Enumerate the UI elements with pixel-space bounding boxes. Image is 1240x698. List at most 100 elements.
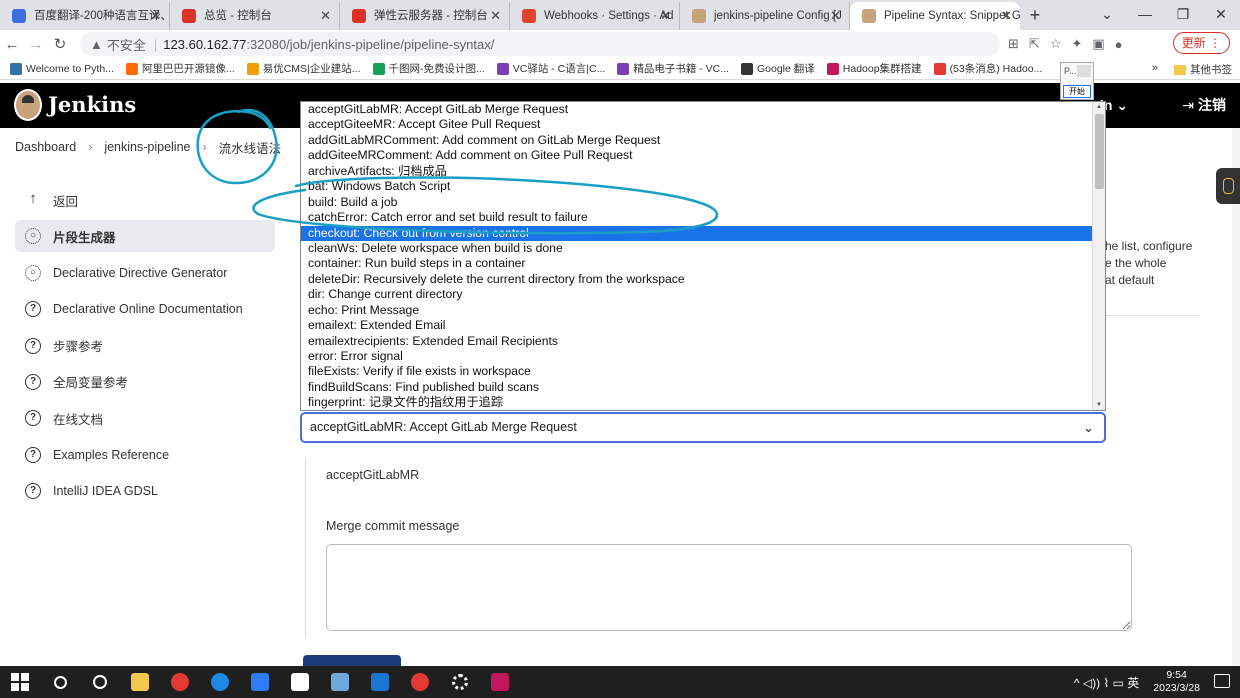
dropdown-option[interactable]: acceptGitLabMR: Accept GitLab Merge Requ… bbox=[301, 102, 1092, 117]
dropdown-option[interactable]: addGiteeMRComment: Add comment on Gitee … bbox=[301, 148, 1092, 163]
forward-icon[interactable]: → bbox=[24, 36, 48, 53]
dropdown-option[interactable]: emailext: Extended Email bbox=[301, 318, 1092, 333]
dropdown-option[interactable]: archiveArtifacts: 归档成品 bbox=[301, 164, 1092, 179]
tab-close-icon[interactable]: ✕ bbox=[660, 2, 671, 30]
tab-close-icon[interactable]: ✕ bbox=[490, 2, 501, 30]
tab-close-icon[interactable]: ✕ bbox=[320, 2, 331, 30]
maximize-icon[interactable]: ❐ bbox=[1164, 0, 1202, 30]
translate-icon[interactable]: ⊞ bbox=[1008, 36, 1019, 52]
bookmark-item[interactable]: Hadoop集群搭建 bbox=[826, 61, 922, 76]
breadcrumb-job[interactable]: jenkins-pipeline bbox=[104, 140, 190, 154]
bookmark-item[interactable]: Google 翻译 bbox=[741, 61, 815, 76]
dropdown-option[interactable]: deleteDir: Recursively delete the curren… bbox=[301, 272, 1092, 287]
side-panel-icon[interactable]: ▣ bbox=[1092, 36, 1104, 52]
bookmark-item[interactable]: Welcome to Pyth... bbox=[10, 62, 114, 75]
sidebar-item[interactable]: ? 全局变量参考 bbox=[15, 366, 275, 398]
merge-commit-message-label: Merge commit message bbox=[326, 519, 460, 533]
bookmark-item[interactable]: 精品电子书籍 - VC... bbox=[617, 61, 729, 76]
extensions-icon[interactable]: ✦ bbox=[1071, 36, 1082, 52]
taskbar-app[interactable] bbox=[80, 666, 120, 698]
taskbar-app[interactable] bbox=[360, 666, 400, 698]
sidebar-item[interactable]: ○ Declarative Directive Generator bbox=[15, 257, 275, 289]
sample-step-select[interactable]: acceptGitLabMR: Accept GitLab Merge Requ… bbox=[300, 412, 1106, 443]
taskbar-app[interactable] bbox=[440, 666, 480, 698]
bookmark-item[interactable]: 千图网-免费设计图... bbox=[372, 61, 485, 76]
bookmark-item[interactable]: (53条消息) Hadoo... bbox=[933, 61, 1042, 76]
close-window-icon[interactable]: ✕ bbox=[1202, 0, 1240, 30]
jenkins-title[interactable]: Jenkins bbox=[48, 92, 136, 117]
bookmark-star-icon[interactable]: ☆ bbox=[1050, 36, 1062, 52]
taskbar-app[interactable] bbox=[120, 666, 160, 698]
sidebar-item[interactable]: ? Declarative Online Documentation bbox=[15, 293, 275, 325]
breadcrumb-pipeline-syntax[interactable]: 流水线语法 bbox=[219, 138, 282, 157]
dropdown-option[interactable]: fingerprint: 记录文件的指纹用于追踪 bbox=[301, 395, 1092, 410]
tab-close-icon[interactable]: ✕ bbox=[150, 2, 161, 30]
floating-helper-icon[interactable] bbox=[1216, 168, 1240, 204]
browser-tab[interactable]: Pipeline Syntax: Snippet G ✕ bbox=[850, 2, 1020, 30]
tab-close-icon[interactable]: ✕ bbox=[1001, 2, 1012, 30]
breadcrumb-dashboard[interactable]: Dashboard bbox=[15, 140, 76, 154]
dropdown-option[interactable]: fileExists: Verify if file exists in wor… bbox=[301, 364, 1092, 379]
dropdown-option[interactable]: echo: Print Message bbox=[301, 303, 1092, 318]
taskbar-app[interactable] bbox=[280, 666, 320, 698]
popup-start-button[interactable]: 开始 bbox=[1063, 85, 1091, 98]
dropdown-option[interactable]: dir: Change current directory bbox=[301, 287, 1092, 302]
dropdown-option[interactable]: container: Run build steps in a containe… bbox=[301, 256, 1092, 271]
bookmark-item[interactable]: 易优CMS|企业建站... bbox=[246, 61, 361, 76]
taskbar-app[interactable] bbox=[200, 666, 240, 698]
dropdown-option[interactable]: addGitLabMRComment: Add comment on GitLa… bbox=[301, 133, 1092, 148]
sidebar-item[interactable]: ? IntelliJ IDEA GDSL bbox=[15, 475, 275, 507]
dropdown-option[interactable]: cleanWs: Delete workspace when build is … bbox=[301, 241, 1092, 256]
browser-tab[interactable]: 百度翻译-200种语言互译、 ✕ bbox=[0, 2, 170, 30]
notification-icon[interactable] bbox=[1214, 674, 1230, 688]
taskbar-app[interactable] bbox=[400, 666, 440, 698]
dropdown-option[interactable]: checkout: Check out from version control bbox=[301, 225, 1092, 241]
logout-link[interactable]: ⇥ 注销 bbox=[1182, 95, 1226, 115]
taskbar-app[interactable] bbox=[480, 666, 520, 698]
browser-tab[interactable]: 总览 - 控制台 ✕ bbox=[170, 2, 340, 30]
browser-tab[interactable]: Webhooks · Settings · Ad ✕ bbox=[510, 2, 680, 30]
update-button[interactable]: 更新 ⋮ bbox=[1172, 32, 1230, 54]
taskbar-app[interactable] bbox=[40, 666, 80, 698]
share-icon[interactable]: ⇱ bbox=[1029, 36, 1040, 52]
tab-search-icon[interactable]: ⌄ bbox=[1088, 0, 1126, 30]
sidebar-item[interactable]: ? Examples Reference bbox=[15, 439, 275, 471]
dropdown-option[interactable]: emailextrecipients: Extended Email Recip… bbox=[301, 334, 1092, 349]
dropdown-option[interactable]: build: Build a job bbox=[301, 195, 1092, 210]
sidebar-item[interactable]: ? 在线文档 bbox=[15, 402, 275, 434]
address-bar[interactable]: ▲ 不安全 | 123.60.162.77 :32080/job/jenkins… bbox=[80, 32, 1000, 56]
back-icon[interactable]: ← bbox=[0, 36, 24, 53]
dropdown-option[interactable]: error: Error signal bbox=[301, 349, 1092, 364]
page-scrollbar[interactable] bbox=[1232, 128, 1240, 668]
minimize-icon[interactable]: — bbox=[1126, 0, 1164, 30]
taskbar-app[interactable] bbox=[160, 666, 200, 698]
bookmark-item[interactable]: 阿里巴巴开源镜像... bbox=[125, 61, 235, 76]
dropdown-option[interactable]: catchError: Catch error and set build re… bbox=[301, 210, 1092, 225]
other-bookmarks[interactable]: 其他书签 bbox=[1174, 62, 1232, 77]
clock[interactable]: 9:54 2023/3/28 bbox=[1153, 669, 1200, 695]
sidebar-item[interactable]: ↑ 返回 bbox=[15, 184, 275, 216]
bookmarks-overflow-button[interactable]: » bbox=[1152, 62, 1158, 74]
dropdown-option[interactable]: acceptGiteeMR: Accept Gitee Pull Request bbox=[301, 117, 1092, 132]
new-tab-button[interactable]: + bbox=[1020, 2, 1050, 30]
taskbar-app[interactable] bbox=[240, 666, 280, 698]
dropdown-option[interactable]: bat: Windows Batch Script bbox=[301, 179, 1092, 194]
browser-tab[interactable]: jenkins-pipeline Config [J ✕ bbox=[680, 2, 850, 30]
profile-icon[interactable]: ● bbox=[1115, 37, 1123, 52]
jenkins-logo-icon[interactable] bbox=[14, 89, 42, 121]
tray-icons[interactable]: ^ ◁)) ⌇ ▭ 英 bbox=[1074, 674, 1139, 691]
start-button[interactable] bbox=[0, 666, 40, 698]
bookmark-item[interactable]: VC驿站 - C语言|C... bbox=[496, 61, 605, 76]
merge-commit-message-input[interactable] bbox=[326, 544, 1132, 631]
dropdown-option[interactable]: findBuildScans: Find published build sca… bbox=[301, 380, 1092, 395]
taskbar-app[interactable] bbox=[320, 666, 360, 698]
sidebar-item[interactable]: ? 步骤参考 bbox=[15, 330, 275, 362]
sidebar-item[interactable]: ○ 片段生成器 bbox=[15, 220, 275, 253]
dropdown-scrollbar[interactable]: ▲ ▼ bbox=[1092, 102, 1105, 410]
scroll-up-icon[interactable]: ▲ bbox=[1096, 104, 1102, 110]
reload-icon[interactable]: ↻ bbox=[48, 35, 72, 53]
tab-close-icon[interactable]: ✕ bbox=[830, 2, 841, 30]
browser-tab[interactable]: 弹性云服务器 - 控制台 ✕ bbox=[340, 2, 510, 30]
scrollbar-thumb[interactable] bbox=[1095, 114, 1104, 189]
scroll-down-icon[interactable]: ▼ bbox=[1096, 402, 1102, 408]
